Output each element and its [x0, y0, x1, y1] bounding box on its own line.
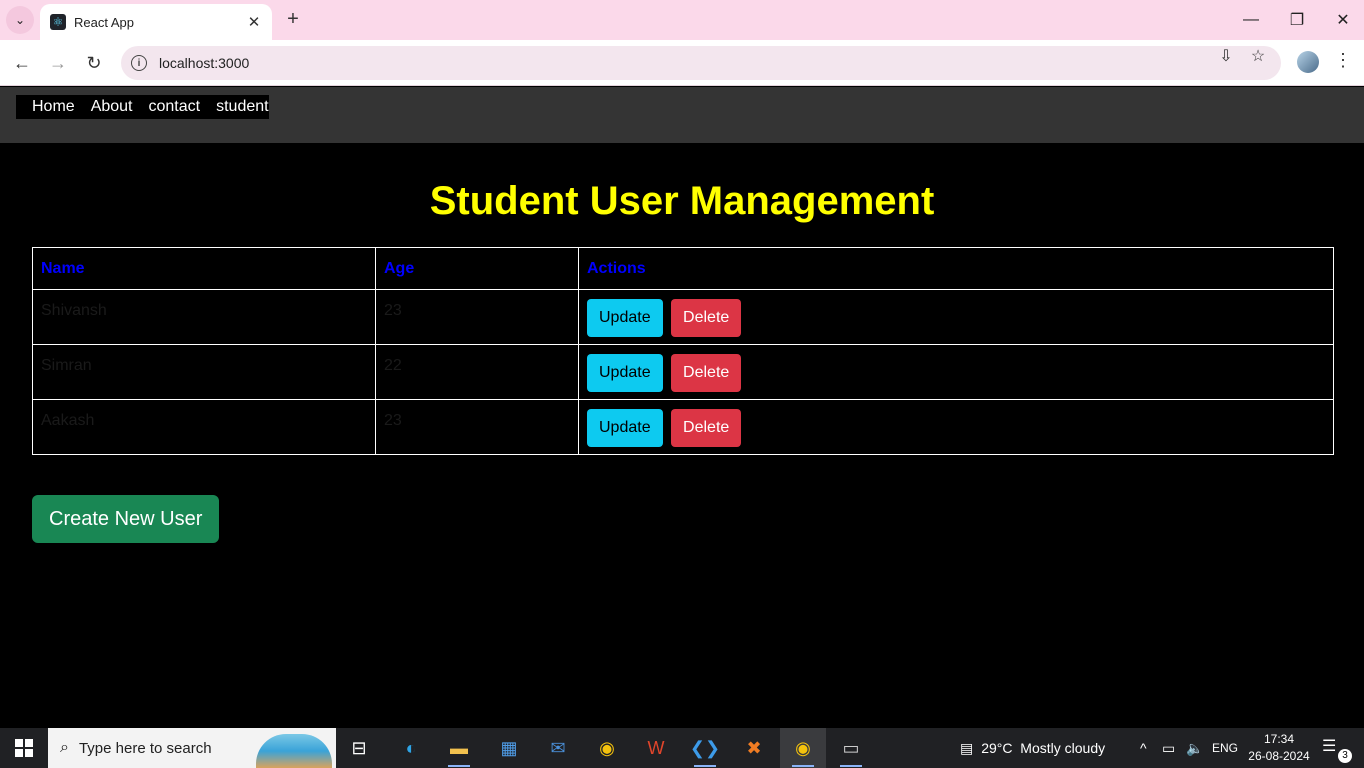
address-bar[interactable]: i localhost:3000 [121, 46, 1281, 80]
tab-title: React App [74, 14, 134, 30]
url-text: localhost:3000 [159, 55, 250, 71]
notification-center-icon[interactable]: ☰ 3 [1322, 736, 1352, 763]
windows-start-icon[interactable] [0, 728, 48, 768]
cell-age: 23 [375, 289, 579, 345]
nav-link-contact[interactable]: contact [149, 98, 201, 116]
system-clock[interactable]: 17:34 26-08-2024 [1248, 731, 1310, 765]
close-tab-icon[interactable]: ✕ [246, 13, 262, 31]
page-title: Student User Management [429, 179, 935, 223]
header-name: Name [32, 247, 376, 290]
cell-age: 22 [375, 344, 579, 400]
delete-button[interactable]: Delete [671, 299, 742, 337]
clock-date: 26-08-2024 [1248, 749, 1310, 763]
cell-name: Aakash [32, 399, 376, 455]
nav-link-student[interactable]: student [216, 98, 268, 116]
chrome-icon[interactable]: ◉ [584, 728, 630, 768]
site-nav: Home About contact student [16, 95, 269, 119]
notification-badge: 3 [1338, 749, 1352, 763]
table-row: Aakash 23 Update Delete [32, 399, 1334, 455]
xampp-icon[interactable]: ✖ [731, 728, 777, 768]
weather-text: 29°C Mostly cloudy [981, 740, 1106, 756]
search-placeholder: Type here to search [78, 739, 212, 757]
weather-icon: ▤ [960, 739, 974, 756]
back-arrow-icon[interactable]: ← [8, 49, 36, 77]
weather-widget[interactable]: ▤ 29°C Mostly cloudy [960, 728, 1105, 768]
wps-office-icon[interactable]: W [633, 728, 679, 768]
install-app-icon[interactable]: ⇩ [1215, 46, 1237, 66]
reload-icon[interactable]: ↻ [80, 49, 108, 77]
header-actions: Actions [578, 247, 1334, 290]
table-row: Shivansh 23 Update Delete [32, 289, 1334, 345]
header-age: Age [375, 247, 579, 290]
edge-browser-icon[interactable]: ◐ [388, 728, 434, 768]
language-indicator[interactable]: ENG [1212, 728, 1238, 768]
window-close-icon[interactable]: ✕ [1320, 0, 1364, 40]
terminal-icon[interactable]: ▭ [828, 728, 874, 768]
users-table: Name Age Actions Shivansh 23 Update Dele… [32, 247, 1334, 455]
cell-age: 23 [375, 399, 579, 455]
battery-icon[interactable]: ▭ [1162, 728, 1175, 768]
page-viewport: Home About contact student Student User … [0, 87, 1364, 728]
browser-toolbar: ← → ↻ i localhost:3000 ⇩ ☆ ⋮ [0, 40, 1364, 86]
bookmark-star-icon[interactable]: ☆ [1247, 46, 1269, 66]
taskbar-search[interactable]: ⌕ Type here to search [48, 728, 336, 768]
volume-icon[interactable]: 🔈 [1186, 728, 1203, 768]
clock-time: 17:34 [1263, 732, 1295, 746]
browser-tab-strip: ⌄ ⚛ React App ✕ + — ❐ ✕ [0, 0, 1364, 40]
delete-button[interactable]: Delete [671, 409, 742, 447]
microsoft-store-icon[interactable]: ▦ [486, 728, 532, 768]
create-new-user-button[interactable]: Create New User [32, 495, 220, 543]
site-header: Home About contact student [0, 87, 1364, 143]
update-button[interactable]: Update [587, 354, 663, 392]
update-button[interactable]: Update [587, 409, 663, 447]
mail-icon[interactable]: ✉ [535, 728, 581, 768]
nav-link-home[interactable]: Home [32, 98, 75, 116]
table-header-row: Name Age Actions [32, 247, 1334, 290]
update-button[interactable]: Update [587, 299, 663, 337]
browser-menu-icon[interactable]: ⋮ [1334, 50, 1352, 71]
tab-search-chevron-icon[interactable]: ⌄ [6, 6, 34, 34]
cell-name: Simran [32, 344, 376, 400]
show-hidden-icons[interactable]: ^ [1140, 728, 1147, 768]
cell-actions: Update Delete [578, 399, 1334, 455]
cell-name: Shivansh [32, 289, 376, 345]
taskbar: ⌕ Type here to search ⊟ ◐ ▬ ▦ ✉ ◉ W ❮❯ ✖… [0, 728, 1364, 768]
site-info-icon[interactable]: i [131, 55, 147, 71]
vscode-icon[interactable]: ❮❯ [682, 728, 728, 768]
task-view-icon[interactable]: ⊟ [336, 728, 382, 768]
minimize-icon[interactable]: — [1228, 0, 1274, 40]
react-favicon-icon: ⚛ [50, 14, 66, 30]
new-tab-icon[interactable]: + [282, 8, 304, 30]
search-highlight-image [256, 734, 332, 768]
cell-actions: Update Delete [578, 289, 1334, 345]
table-row: Simran 22 Update Delete [32, 344, 1334, 400]
browser-tab[interactable]: ⚛ React App ✕ [40, 4, 272, 40]
nav-link-about[interactable]: About [91, 98, 133, 116]
file-explorer-icon[interactable]: ▬ [436, 728, 482, 768]
cell-actions: Update Delete [578, 344, 1334, 400]
profile-avatar[interactable] [1297, 51, 1319, 73]
chrome-active-icon[interactable]: ◉ [780, 728, 826, 768]
restore-icon[interactable]: ❐ [1274, 0, 1320, 40]
forward-arrow-icon[interactable]: → [44, 49, 72, 77]
delete-button[interactable]: Delete [671, 354, 742, 392]
search-icon: ⌕ [60, 739, 69, 756]
